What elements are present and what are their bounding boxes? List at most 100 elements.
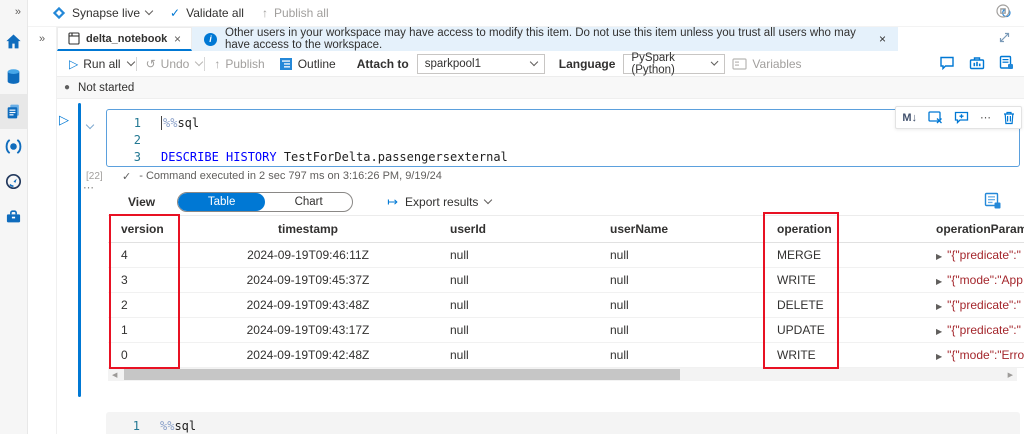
tab-title: delta_notebook: [86, 33, 167, 45]
cell-timestamp: 2024-09-19T09:42:48Z: [178, 343, 438, 367]
comments-icon[interactable]: [939, 56, 955, 70]
col-header-username[interactable]: userName: [598, 216, 758, 242]
code-cell-2[interactable]: 1 %%sql: [106, 412, 1020, 434]
active-cell-indicator: [78, 103, 81, 397]
col-header-timestamp[interactable]: timestamp: [178, 216, 438, 242]
collapse-cell-icon[interactable]: [87, 115, 93, 133]
line-number: 1: [107, 115, 141, 132]
cell-timestamp: 2024-09-19T09:43:48Z: [178, 293, 438, 317]
view-in-monitoring-icon[interactable]: [984, 192, 1001, 209]
validate-icon: ✓: [170, 6, 180, 20]
text-caret: [161, 116, 162, 130]
results-panel: View Table Chart ↦ Export results versio…: [108, 190, 1017, 381]
configure-session-icon[interactable]: [999, 55, 1014, 70]
code-line: 1 %%sql: [107, 115, 1019, 132]
tab-close-icon[interactable]: ×: [174, 32, 181, 46]
code-cell-1[interactable]: 1 %%sql 2 3 DESCRIBE HISTORY TestForDelt…: [106, 109, 1020, 167]
clear-output-icon[interactable]: [928, 111, 943, 124]
session-status-text: Not started: [78, 82, 134, 94]
nav-data[interactable]: [0, 59, 27, 94]
session-info-icon[interactable]: [969, 55, 985, 70]
nav-develop[interactable]: [0, 94, 27, 129]
undo-icon: ↺: [146, 57, 156, 71]
cell-username: null: [598, 243, 758, 267]
cell-userid: null: [438, 293, 598, 317]
cell-version: 1: [108, 318, 178, 342]
publish-button[interactable]: ↑ Publish: [214, 57, 264, 71]
run-all-chevron-icon[interactable]: [126, 57, 134, 65]
cell-timestamp: 2024-09-19T09:46:11Z: [178, 243, 438, 267]
cell-timestamp: 2024-09-19T09:45:37Z: [178, 268, 438, 292]
cell-toolbar: M↓ ⋯: [895, 106, 1022, 129]
cell-operationparameters: ▶"{"mode":"Erro: [863, 343, 1024, 367]
nav-home[interactable]: [0, 24, 27, 59]
attach-to-select[interactable]: sparkpool1: [417, 54, 545, 74]
expand-row-icon[interactable]: ▶: [936, 352, 942, 361]
horizontal-scrollbar[interactable]: ◀ ▶: [108, 368, 1017, 381]
cell-operation: MERGE: [758, 243, 863, 267]
database-icon: [5, 68, 22, 85]
run-all-button[interactable]: ▷ Run all: [69, 57, 121, 71]
sql-keyword: DESCRIBE HISTORY: [161, 150, 277, 164]
expand-rail-icon[interactable]: »: [0, 0, 27, 24]
top-command-bar: Synapse live ✓ Validate all ↑ Publish al…: [28, 0, 1024, 27]
expand-row-icon[interactable]: ▶: [936, 327, 942, 336]
cell-version: 2: [108, 293, 178, 317]
cell-operationparameters: ▶"{"predicate":": [863, 318, 1024, 342]
notebook-toolbar: ▷ Run all ↺ Undo ↑ Publish Outline Attac…: [57, 51, 1024, 77]
export-icon: ↦: [387, 194, 398, 210]
col-header-version[interactable]: version: [108, 216, 178, 242]
banner-close-icon[interactable]: ×: [879, 32, 886, 46]
publish-all-button[interactable]: ↑ Publish all: [262, 6, 329, 20]
nav-integrate[interactable]: [0, 129, 27, 164]
banner-text: Other users in your workspace may have a…: [225, 27, 865, 51]
toggle-chart[interactable]: Chart: [265, 193, 352, 211]
line-number: 1: [106, 418, 140, 434]
scroll-left-icon[interactable]: ◀: [108, 368, 121, 381]
cell-operation: WRITE: [758, 268, 863, 292]
col-header-operation[interactable]: operation: [758, 216, 863, 242]
validate-all-button[interactable]: ✓ Validate all: [170, 6, 244, 20]
success-check-icon: ✓: [122, 170, 131, 183]
expand-view-icon[interactable]: [999, 32, 1010, 43]
scroll-right-icon[interactable]: ▶: [1004, 368, 1017, 381]
expand-row-icon[interactable]: ▶: [936, 277, 942, 286]
expand-panel-icon[interactable]: »: [28, 33, 56, 45]
chevron-down-icon: [484, 196, 492, 204]
monitor-icon: [5, 173, 22, 190]
col-header-userid[interactable]: userId: [438, 216, 598, 242]
session-status-bar: ● Not started: [57, 77, 1024, 99]
execution-message: - Command executed in 2 sec 797 ms on 3:…: [139, 170, 442, 182]
horizontal-scroll-thumb[interactable]: [124, 369, 680, 380]
nav-monitor[interactable]: [0, 164, 27, 199]
collapsed-panel-strip: »: [28, 27, 57, 434]
nav-manage[interactable]: [0, 199, 27, 234]
toggle-table[interactable]: Table: [178, 193, 265, 211]
run-cell-button[interactable]: ▷: [59, 112, 69, 128]
more-actions-icon[interactable]: ⋯: [980, 111, 992, 124]
add-comment-icon[interactable]: [954, 111, 969, 124]
undo-chevron-icon[interactable]: [195, 57, 203, 65]
tab-delta-notebook[interactable]: delta_notebook ×: [57, 27, 192, 51]
cell-more-icon[interactable]: ⋯: [83, 181, 95, 194]
cell-operation: UPDATE: [758, 318, 863, 342]
cell-username: null: [598, 318, 758, 342]
notebook-content: ▷ 1 %%sql 2 3 DESCRIBE HISTORY TestForDe…: [57, 99, 1024, 434]
chevron-down-icon: [529, 57, 537, 65]
stop-session-icon[interactable]: [996, 4, 1010, 18]
export-results-button[interactable]: ↦ Export results: [387, 194, 491, 210]
variables-button[interactable]: Variables: [732, 57, 801, 71]
chevron-down-icon: [145, 7, 153, 15]
language-select[interactable]: PySpark (Python): [623, 54, 725, 74]
col-header-operationparameters[interactable]: operationParameters: [863, 216, 1024, 242]
to-markdown-button[interactable]: M↓: [902, 112, 917, 124]
expand-row-icon[interactable]: ▶: [936, 252, 942, 261]
undo-button[interactable]: ↺ Undo: [146, 57, 190, 71]
outline-button[interactable]: Outline: [279, 57, 336, 71]
mode-label: Synapse live: [72, 6, 140, 20]
expand-row-icon[interactable]: ▶: [936, 302, 942, 311]
code-line: 1 %%sql: [106, 418, 1020, 434]
delete-cell-icon[interactable]: [1003, 111, 1015, 125]
mode-switcher[interactable]: Synapse live: [52, 6, 152, 20]
line-number: 3: [107, 149, 141, 166]
